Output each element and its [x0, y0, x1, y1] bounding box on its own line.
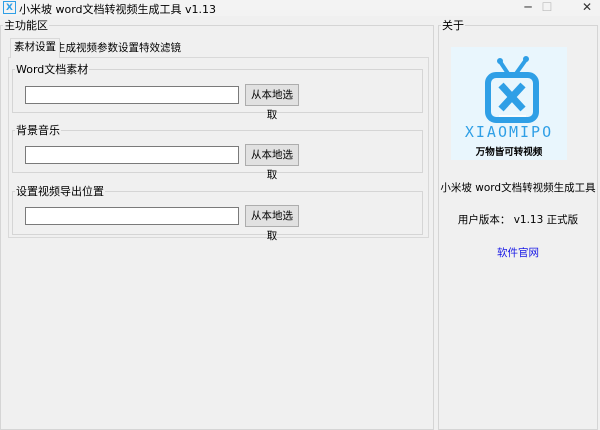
about-label: 关于: [442, 19, 464, 32]
word-doc-label: Word文档素材: [16, 63, 89, 76]
export-browse-button[interactable]: 从本地选取: [245, 205, 299, 242]
bgm-path-input[interactable]: [25, 146, 239, 164]
tab-parameter-settings[interactable]: 参数设置: [94, 40, 142, 57]
version-text: 用户版本： v1.13 正式版: [457, 214, 579, 226]
logo-slogan: 万物皆可转视频: [475, 147, 543, 158]
logo-text: XIAOMIPO: [464, 123, 554, 141]
main-group-label: 主功能区: [4, 19, 48, 32]
maximize-button[interactable]: ☐: [527, 0, 567, 16]
export-location-label: 设置视频导出位置: [16, 185, 104, 198]
app-icon: X: [3, 1, 16, 14]
window-title: 小米坡 word文档转视频生成工具 v1.13: [19, 3, 217, 16]
export-path-input[interactable]: [25, 207, 239, 225]
word-doc-path-input[interactable]: [25, 86, 239, 104]
xiaomipo-logo: XIAOMIPO 万物皆可转视频: [451, 47, 567, 160]
app-name: 小米坡 word文档转视频生成工具: [440, 182, 596, 194]
bgm-browse-button[interactable]: 从本地选取: [245, 144, 299, 181]
website-link[interactable]: 软件官网: [440, 245, 596, 260]
word-doc-browse-button[interactable]: 从本地选取: [245, 84, 299, 121]
tab-effects-filters[interactable]: 特效滤镜: [136, 40, 184, 57]
close-button[interactable]: ✕: [567, 0, 600, 16]
title-bar: X 小米坡 word文档转视频生成工具 v1.13 ─ ☐ ✕: [0, 0, 600, 16]
bgm-label: 背景音乐: [16, 124, 60, 137]
tab-material-settings[interactable]: 素材设置: [10, 38, 60, 58]
